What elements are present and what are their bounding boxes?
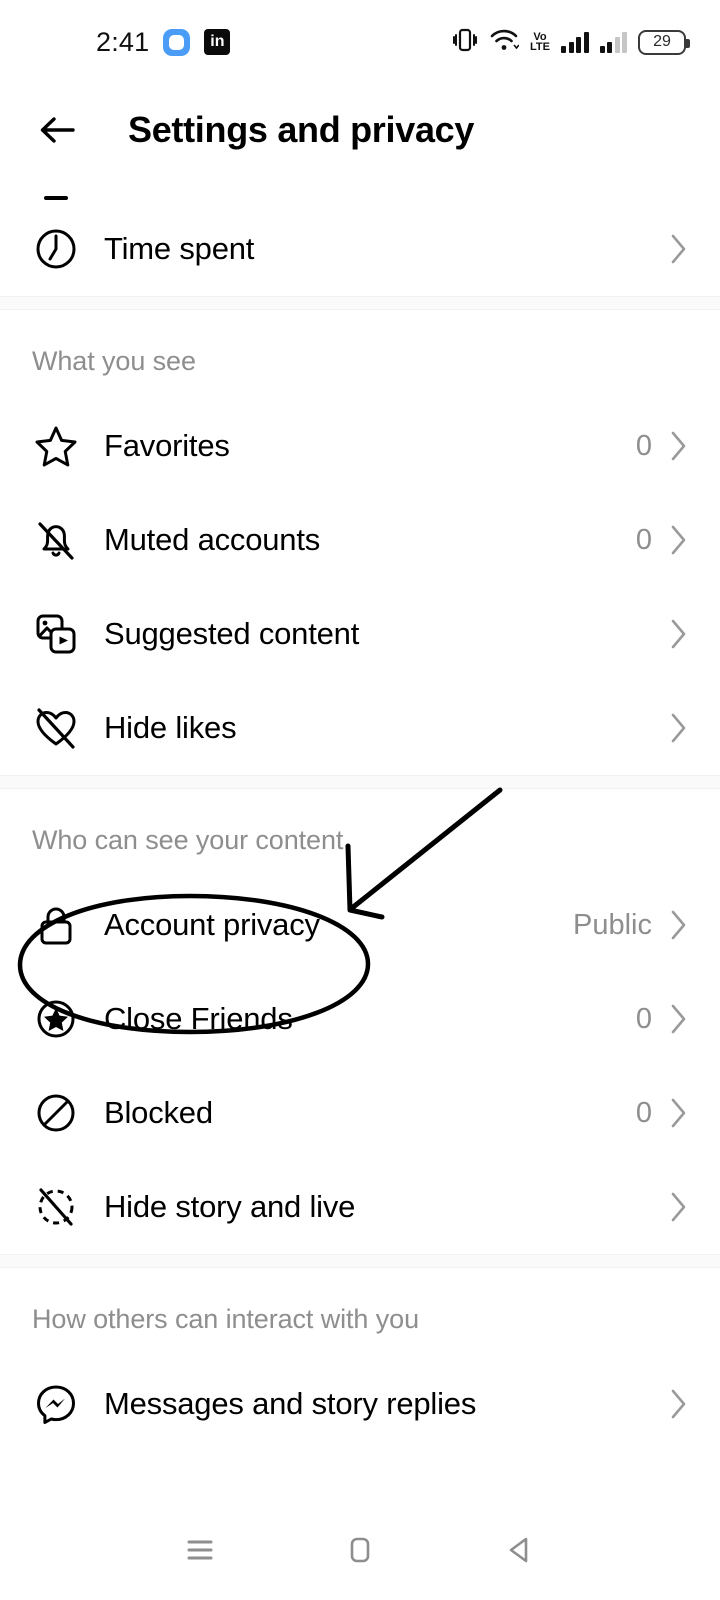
chevron-right-icon — [670, 233, 688, 265]
section-header-who-can-see: Who can see your content — [32, 825, 344, 855]
blocked-icon — [28, 1089, 84, 1137]
status-bar-left: 2:41 in — [96, 26, 231, 58]
story-hide-icon — [28, 1183, 84, 1231]
list-item-hide-likes[interactable]: Hide likes — [0, 681, 720, 775]
back-button[interactable] — [494, 1524, 546, 1576]
status-bar: 2:41 in Vo LTE 29 — [0, 0, 720, 84]
list-item-close-friends[interactable]: Close Friends 0 — [0, 972, 720, 1066]
messages-app-icon — [163, 28, 191, 56]
settings-list[interactable]: Time spent What you see Favorites 0 Mute… — [0, 176, 720, 1500]
list-item-hide-story-and-live[interactable]: Hide story and live — [0, 1160, 720, 1254]
volte-icon: Vo LTE — [530, 31, 550, 53]
status-bar-right: Vo LTE 29 — [452, 26, 690, 59]
list-item-blocked[interactable]: Blocked 0 — [0, 1066, 720, 1160]
chevron-right-icon — [670, 430, 688, 462]
chevron-right-icon — [670, 524, 688, 556]
bell-muted-icon — [28, 516, 84, 564]
page-title: Settings and privacy — [128, 109, 475, 150]
section-divider — [0, 1254, 720, 1268]
star-outline-icon — [28, 422, 84, 470]
list-item-label: Favorites — [104, 428, 230, 463]
chevron-right-icon — [670, 1191, 688, 1223]
section-header-how-others-interact: How others can interact with you — [32, 1304, 419, 1334]
list-item-time-spent[interactable]: Time spent — [0, 202, 720, 296]
messenger-icon — [28, 1380, 84, 1428]
chevron-right-icon — [670, 1097, 688, 1129]
lock-icon — [28, 901, 84, 949]
list-item-label: Blocked — [104, 1095, 213, 1130]
section-divider — [0, 775, 720, 789]
app-header: Settings and privacy — [0, 84, 720, 176]
list-item-value: 0 — [635, 523, 652, 556]
list-item-label: Close Friends — [104, 1001, 293, 1036]
list-item-label: Time spent — [104, 231, 255, 266]
chevron-right-icon — [670, 1003, 688, 1035]
partial-cut-off-row[interactable] — [0, 176, 720, 202]
battery-percent-label: 29 — [653, 33, 671, 50]
back-arrow-icon[interactable] — [34, 107, 80, 153]
heart-slash-icon — [28, 704, 84, 752]
list-item-value: 0 — [635, 429, 652, 462]
list-item-favorites[interactable]: Favorites 0 — [0, 399, 720, 493]
signal-bars-sim1 — [561, 31, 589, 53]
android-nav-bar — [0, 1500, 720, 1600]
section-header-what-you-see: What you see — [32, 346, 196, 376]
wifi-icon — [489, 27, 520, 58]
linkedin-icon: in — [204, 29, 231, 55]
list-item-label: Hide story and live — [104, 1189, 356, 1224]
chevron-right-icon — [670, 909, 688, 941]
list-item-suggested-content[interactable]: Suggested content — [0, 587, 720, 681]
signal-bars-sim2 — [599, 31, 627, 53]
status-bar-clock: 2:41 — [96, 26, 150, 57]
recents-button[interactable] — [174, 1524, 226, 1576]
list-item-account-privacy[interactable]: Account privacy Public — [0, 878, 720, 972]
suggested-content-icon — [28, 610, 84, 658]
star-circle-icon — [28, 995, 84, 1043]
list-item-messages-and-story-replies[interactable]: Messages and story replies — [0, 1357, 720, 1451]
list-item-muted-accounts[interactable]: Muted accounts 0 — [0, 493, 720, 587]
home-button[interactable] — [334, 1524, 386, 1576]
list-item-label: Muted accounts — [104, 522, 321, 557]
chevron-right-icon — [670, 712, 688, 744]
list-item-value: 0 — [635, 1002, 652, 1035]
clock-icon — [28, 225, 84, 273]
chevron-right-icon — [670, 618, 688, 650]
battery-icon: 29 — [638, 29, 690, 55]
list-item-label: Messages and story replies — [104, 1386, 477, 1421]
list-item-value: 0 — [635, 1096, 652, 1129]
vibrate-icon — [452, 26, 478, 59]
list-item-label: Account privacy — [104, 907, 320, 942]
list-item-label: Suggested content — [104, 616, 360, 651]
section-divider — [0, 296, 720, 310]
list-item-value: Public — [573, 908, 652, 941]
chevron-right-icon — [670, 1388, 688, 1420]
phone-screen: 2:41 in Vo LTE 29 Settings and privacy T… — [0, 0, 720, 1600]
list-item-label: Hide likes — [104, 710, 237, 745]
